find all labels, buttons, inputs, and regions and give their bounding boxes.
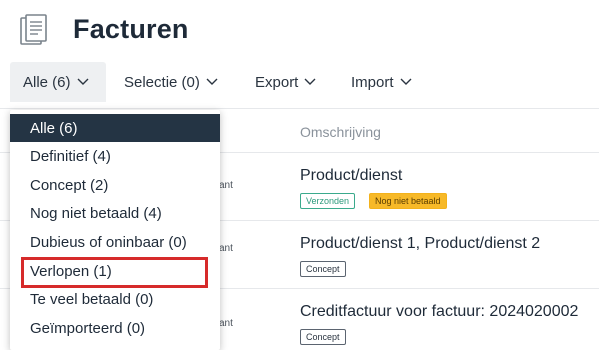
chevron-down-icon — [400, 78, 412, 85]
dropdown-option-nog-niet-betaald[interactable]: Nog niet betaald (4) — [10, 199, 220, 227]
dropdown-option-definitief[interactable]: Definitief (4) — [10, 142, 220, 170]
row-title[interactable]: Creditfactuur voor factuur: 2024020002 — [300, 303, 578, 321]
import-dropdown[interactable]: Import — [351, 62, 412, 102]
export-label: Export — [255, 73, 299, 91]
row-partial-text: ant — [219, 243, 233, 254]
chevron-down-icon — [77, 78, 89, 85]
status-badge-unpaid: Nog niet betaald — [369, 193, 447, 209]
dropdown-option-te-veel-betaald[interactable]: Te veel betaald (0) — [10, 285, 220, 313]
chevron-down-icon — [206, 78, 218, 85]
dropdown-option-alle[interactable]: Alle (6) — [10, 114, 220, 142]
filter-toolbar: Alle (6) Selectie (0) Export Import — [0, 62, 599, 102]
row-title[interactable]: Product/dienst 1, Product/dienst 2 — [300, 235, 540, 253]
row-title[interactable]: Product/dienst — [300, 167, 402, 185]
chevron-down-icon — [304, 78, 316, 85]
dropdown-option-geimporteerd[interactable]: Geïmporteerd (0) — [10, 314, 220, 342]
table-top-divider — [0, 108, 599, 109]
export-dropdown[interactable]: Export — [255, 62, 316, 102]
status-badge-concept: Concept — [300, 261, 346, 277]
highlight-annotation-box — [21, 257, 208, 288]
status-badge-sent: Verzonden — [300, 193, 356, 209]
column-header-omschrijving[interactable]: Omschrijving — [300, 124, 381, 140]
dropdown-option-concept[interactable]: Concept (2) — [10, 171, 220, 199]
filter-all-label: Alle (6) — [23, 73, 71, 91]
page-title: Facturen — [73, 14, 189, 44]
row-partial-text: ant — [219, 180, 233, 191]
dropdown-option-dubieus[interactable]: Dubieus of oninbaar (0) — [10, 228, 220, 256]
selection-dropdown[interactable]: Selectie (0) — [124, 62, 218, 102]
status-badge-concept: Concept — [300, 329, 346, 345]
filter-dropdown-menu: Alle (6) Definitief (4) Concept (2) Nog … — [10, 110, 220, 350]
page-header: Facturen — [0, 0, 599, 62]
row-partial-text: ant — [219, 318, 233, 329]
import-label: Import — [351, 73, 394, 91]
selection-label: Selectie (0) — [124, 73, 200, 91]
invoice-document-icon — [20, 14, 47, 45]
filter-all-dropdown[interactable]: Alle (6) — [10, 62, 106, 102]
